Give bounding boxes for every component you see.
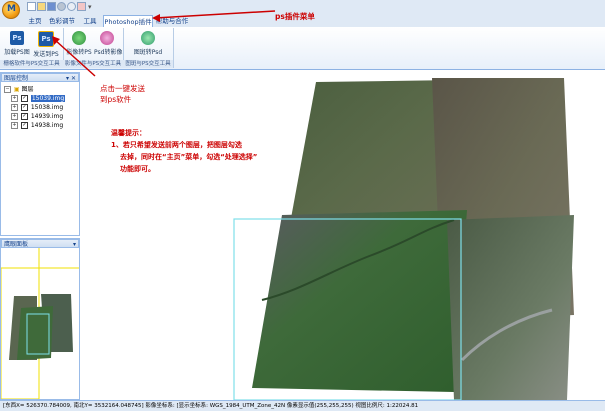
- folder-icon: ▣: [13, 86, 20, 93]
- layer-checkbox[interactable]: ✓: [20, 113, 28, 120]
- tip-line2: 去掉，同时在“主页”菜单，勾选“处理选择”: [120, 153, 258, 161]
- polygon-to-psd-label: 图斑转Psd: [133, 49, 163, 56]
- photoshop-icon: Ps: [10, 31, 24, 45]
- layer-label[interactable]: 14939.img: [31, 113, 63, 120]
- layer-label[interactable]: 15038.img: [31, 104, 63, 111]
- layer-root-label: 图层: [21, 86, 34, 93]
- eagle-panel-header: 鹰眼面板 ▾: [1, 239, 79, 248]
- image-tile-15039: [252, 210, 467, 392]
- annotation-ps-menu: ps插件菜单: [275, 12, 315, 21]
- annotation-arrow: [52, 36, 96, 77]
- tab-tools[interactable]: 工具: [80, 15, 100, 27]
- eagle-eye-view[interactable]: [1, 248, 79, 399]
- annotation-arrow: [152, 10, 276, 22]
- layer-item[interactable]: + ✓ 14939.img: [4, 112, 79, 121]
- load-ps-button[interactable]: Ps 加载PS图: [3, 31, 31, 57]
- new-icon[interactable]: [27, 2, 36, 11]
- tab-color-adjust[interactable]: 色彩调节: [48, 15, 76, 27]
- settings-icon[interactable]: [57, 2, 66, 11]
- polygon-icon: [141, 31, 155, 45]
- annotation-send-line2: 到ps软件: [100, 95, 132, 104]
- layer-label[interactable]: 14938.img: [31, 122, 63, 129]
- tip-line1: 1、若只希望发送前两个图层，把图层勾选: [111, 141, 242, 149]
- expand-icon[interactable]: +: [11, 122, 18, 129]
- tip-line3: 功能即可。: [120, 165, 155, 173]
- collapse-icon[interactable]: −: [4, 86, 11, 93]
- layer-item[interactable]: + ✓ 15039.img: [4, 94, 79, 103]
- open-icon[interactable]: [37, 2, 46, 11]
- close-icon[interactable]: [77, 2, 86, 11]
- layer-panel: 图层控制 ▾ ✕ − ▣ 图层 + ✓ 15039.img + ✓ 15038.…: [0, 72, 80, 236]
- map-view[interactable]: [82, 70, 605, 401]
- customize-arrow-icon[interactable]: ▾: [88, 3, 92, 11]
- layer-root[interactable]: − ▣ 图层: [4, 85, 79, 94]
- save-icon[interactable]: [47, 2, 56, 11]
- eagle-eye-panel: 鹰眼面板 ▾: [0, 238, 80, 400]
- tip-title: 温馨提示：: [111, 129, 146, 137]
- app-logo-icon[interactable]: M: [2, 1, 20, 19]
- expand-icon[interactable]: +: [11, 113, 18, 120]
- layer-item[interactable]: + ✓ 14938.img: [4, 121, 79, 130]
- image-tile-14939: [447, 215, 574, 400]
- polygon-to-psd-button[interactable]: 图斑转Psd: [133, 31, 163, 57]
- status-bar: [东西X= 526370.784009, 南北Y= 3532164.048745…: [0, 400, 605, 411]
- layer-item[interactable]: + ✓ 15038.img: [4, 103, 79, 112]
- layer-checkbox[interactable]: ✓: [20, 122, 28, 129]
- eagle-panel-title: 鹰眼面板: [4, 241, 29, 248]
- palette-icon: [100, 31, 114, 45]
- expand-icon[interactable]: +: [11, 104, 18, 111]
- undo-icon[interactable]: [67, 2, 76, 11]
- tab-home[interactable]: 主页: [24, 15, 46, 27]
- annotation-send-line1: 点击一键发送: [100, 84, 145, 93]
- map-canvas[interactable]: [82, 70, 605, 401]
- layer-checkbox[interactable]: ✓: [20, 95, 28, 102]
- expand-icon[interactable]: +: [11, 95, 18, 102]
- ribbon-group-label: 图斑与PS交互工具: [123, 60, 173, 68]
- layer-panel-title: 图层控制: [4, 75, 29, 82]
- layer-label[interactable]: 15039.img: [30, 95, 66, 102]
- load-ps-label: 加载PS图: [4, 49, 30, 56]
- layer-checkbox[interactable]: ✓: [20, 104, 28, 111]
